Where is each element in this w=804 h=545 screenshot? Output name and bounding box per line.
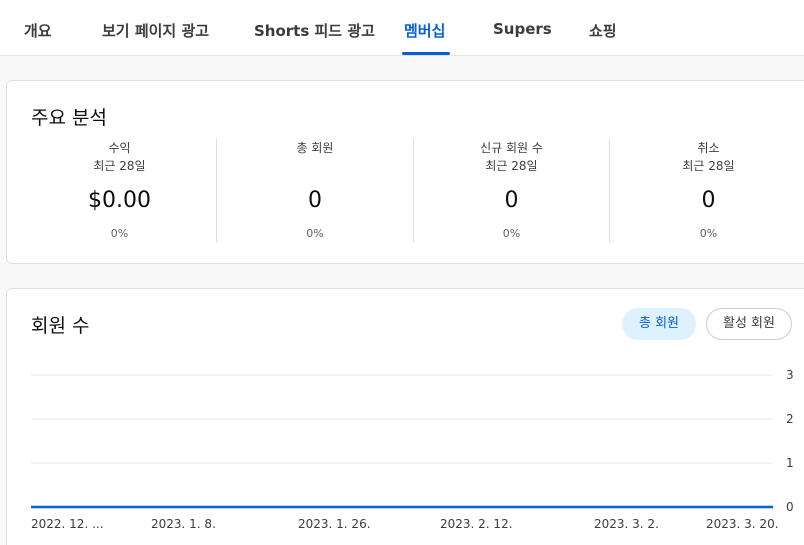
- active-tab-indicator: [402, 52, 450, 55]
- metric-period: 최근 28일: [93, 159, 146, 173]
- metric-period: 최근 28일: [485, 159, 538, 173]
- metric-total-members: 총 회원 0 0%: [216, 139, 413, 243]
- members-chart-title: 회원 수: [31, 315, 90, 337]
- metric-change: 0%: [502, 227, 521, 240]
- metric-period: 최근 28일: [682, 159, 735, 173]
- metric-value: 0: [308, 188, 322, 213]
- tab-supers[interactable]: Supers: [493, 20, 552, 38]
- metric-new-members: 신규 회원 수 최근 28일 0 0%: [413, 139, 609, 243]
- metric-label: 취소: [697, 141, 720, 155]
- tab-overview[interactable]: 개요: [24, 20, 52, 41]
- metric-label: 총 회원: [296, 141, 334, 155]
- tab-memberships[interactable]: 멤버십: [404, 20, 445, 41]
- key-metrics-card: 주요 분석 수익 최근 28일 $0.00 0% 총 회원 0 0% 신규 회원…: [6, 80, 804, 264]
- tab-bar: 개요 보기 페이지 광고 Shorts 피드 광고 멤버십 Supers 쇼핑: [0, 0, 804, 56]
- metric-value: 0: [504, 188, 519, 213]
- chip-active-members[interactable]: 활성 회원: [706, 308, 792, 340]
- tab-watch-page-ads[interactable]: 보기 페이지 광고: [102, 20, 209, 41]
- key-metrics-title: 주요 분석: [31, 107, 107, 129]
- members-chart-card: 회원 수 총 회원 활성 회원: [6, 288, 804, 545]
- metrics-row: 수익 최근 28일 $0.00 0% 총 회원 0 0% 신규 회원 수 최근 …: [23, 139, 804, 243]
- metric-change: 0%: [110, 227, 129, 240]
- metric-cancellations: 취소 최근 28일 0 0%: [609, 139, 804, 243]
- tab-shopping[interactable]: 쇼핑: [589, 20, 617, 41]
- tab-shorts-feed-ads[interactable]: Shorts 피드 광고: [254, 20, 375, 41]
- metric-period: [217, 157, 413, 175]
- metric-label: 신규 회원 수: [480, 141, 543, 155]
- metric-value: 0: [701, 188, 716, 213]
- metric-change: 0%: [306, 227, 324, 240]
- metric-revenue: 수익 최근 28일 $0.00 0%: [23, 139, 216, 243]
- metric-label: 수익: [108, 141, 131, 155]
- metric-change: 0%: [699, 227, 718, 240]
- metric-value: $0.00: [88, 188, 151, 213]
- chip-total-members[interactable]: 총 회원: [622, 308, 697, 340]
